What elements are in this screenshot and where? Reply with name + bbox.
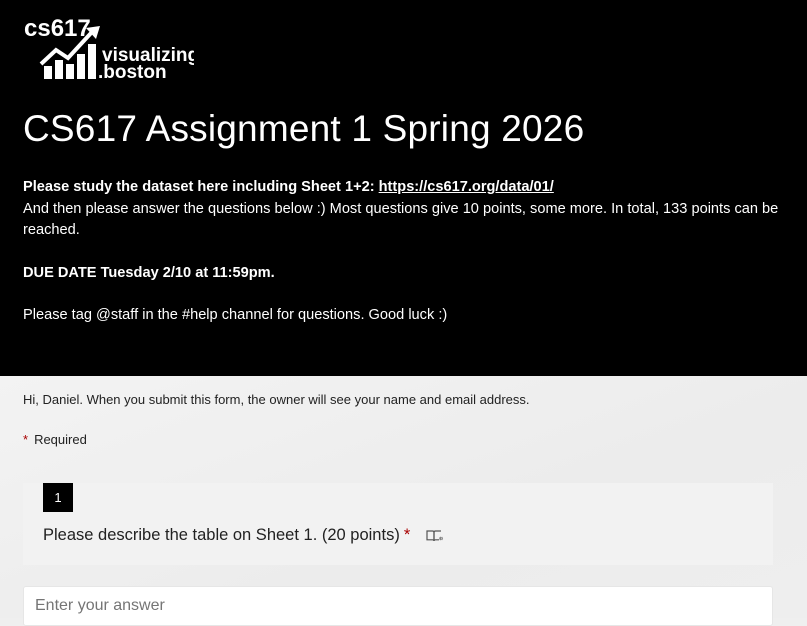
- help-text: Please tag @staff in the #help channel f…: [23, 307, 448, 323]
- answer-input[interactable]: [23, 586, 773, 626]
- course-logo: cs617 visualizing .boston: [24, 14, 199, 83]
- logo-bar-1: [44, 66, 52, 79]
- required-label: Required: [34, 432, 87, 447]
- logo-bar-5: [88, 44, 96, 79]
- question-card: 1 Please describe the table on Sheet 1. …: [23, 483, 773, 565]
- logo-bar-2: [55, 60, 63, 79]
- form-title: CS617 Assignment 1 Spring 2026: [23, 108, 585, 149]
- logo-bar-4: [77, 54, 85, 79]
- intro-bold-text: Please study the dataset here including …: [23, 179, 379, 195]
- question-number-badge: 1: [43, 483, 73, 512]
- logo-cs617-text: cs617: [24, 15, 91, 42]
- due-date: DUE DATE Tuesday 2/10 at 11:59pm.: [23, 264, 275, 281]
- logo-boston-text: .boston: [98, 62, 167, 82]
- required-legend: * Required: [23, 432, 87, 447]
- question-title: Please describe the table on Sheet 1. (2…: [43, 526, 444, 545]
- intro-instructions: And then please answer the questions bel…: [23, 200, 779, 239]
- form-header: cs617 visualizing .boston CS617 Assignme…: [0, 0, 807, 376]
- immersive-reader-icon[interactable]: [426, 528, 444, 544]
- dataset-link[interactable]: https://cs617.org/data/01/: [379, 179, 554, 195]
- required-star: *: [23, 432, 29, 447]
- question-required-star: *: [403, 526, 411, 544]
- form-description: Please study the dataset here including …: [23, 177, 803, 327]
- submission-notice: Hi, Daniel. When you submit this form, t…: [23, 392, 530, 407]
- logo-graphic: cs617 visualizing .boston: [24, 15, 199, 83]
- question-text: Please describe the table on Sheet 1. (2…: [43, 526, 400, 544]
- logo-bar-3: [66, 64, 74, 79]
